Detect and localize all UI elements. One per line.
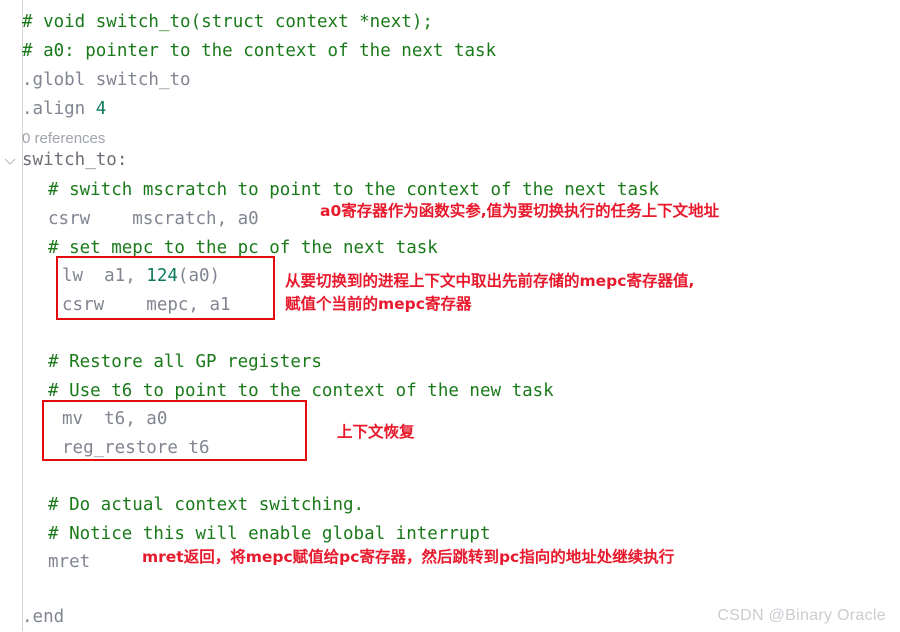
annotation-line: 赋值个当前的mepc寄存器 [285,295,472,313]
code-editor-pane[interactable]: # void switch_to(struct context *next); #… [0,0,900,631]
code-line-text: reg_restore t6 [62,438,210,458]
code-line-text: mret [48,552,91,572]
code-line[interactable]: # Do actual context switching. [0,491,364,520]
code-line[interactable]: csrw mscratch, a0 [0,205,259,234]
code-line[interactable]: mret [0,548,90,577]
code-line[interactable]: # a0: pointer to the context of the next… [0,37,496,66]
code-line-text: 0 references [22,130,106,147]
code-line-text: # Do actual context switching. [48,495,365,515]
code-line-text: # void switch_to(struct context *next); [22,12,433,32]
code-line-text: lw a1, [62,266,147,286]
code-line[interactable]: .align 4 [0,95,106,124]
code-line-text: .globl switch_to [22,70,191,90]
annotation-line: 上下文恢复 [337,423,415,441]
code-line[interactable]: # Use t6 to point to the context of the … [0,377,554,406]
code-line-text: csrw mscratch, a0 [48,209,259,229]
code-line-text: .end [22,607,65,627]
code-line[interactable]: # set mepc to the pc of the next task [0,234,438,263]
context-restore-note: 上下文恢复 [337,421,415,444]
code-line[interactable]: # Restore all GP registers [0,348,322,377]
code-line-text: .align [22,99,96,119]
annotation-line: 从要切换到的进程上下文中取出先前存储的mepc寄存器值, [285,272,695,290]
a0-register-note: a0寄存器作为函数实参,值为要切换执行的任务上下文地址 [320,200,719,223]
code-line-text: # a0: pointer to the context of the next… [22,41,497,61]
mret-note: mret返回，将mepc赋值给pc寄存器，然后跳转到pc指向的地址处继续执行 [142,546,674,569]
chevron-down-icon[interactable] [2,153,18,169]
code-line-text: # switch mscratch to point to the contex… [48,180,660,200]
code-numeric-literal: 4 [95,99,107,119]
code-line[interactable]: switch_to: [0,146,127,175]
code-line-text: # Use t6 to point to the context of the … [48,381,554,401]
code-line[interactable]: csrw mepc, a1 [0,291,231,320]
code-line[interactable]: # void switch_to(struct context *next); [0,8,433,37]
code-line[interactable]: lw a1, 124(a0) [0,262,220,291]
annotation-line: a0寄存器作为函数实参,值为要切换执行的任务上下文地址 [320,202,720,220]
code-line-text: # Restore all GP registers [48,352,322,372]
code-line[interactable]: reg_restore t6 [0,434,210,463]
watermark-label: CSDN @Binary Oracle [717,607,886,624]
code-line[interactable]: .globl switch_to [0,66,191,95]
code-line-text: switch_to: [22,150,128,170]
code-line[interactable]: .end [0,603,64,632]
code-line[interactable]: mv t6, a0 [0,405,167,434]
code-line[interactable]: # Notice this will enable global interru… [0,520,491,549]
code-line-text: mv t6, a0 [62,409,168,429]
annotation-line: mret返回，将mepc赋值给pc寄存器，然后跳转到pc指向的地址处继续执行 [142,548,675,566]
code-numeric-literal: 124 [146,266,178,286]
code-line-text-suffix: (a0) [177,266,221,286]
code-line-text: # set mepc to the pc of the next task [48,238,438,258]
code-line-text: csrw mepc, a1 [62,295,231,315]
mepc-restore-note: 从要切换到的进程上下文中取出先前存储的mepc寄存器值, 赋值个当前的mepc寄存… [285,270,694,316]
code-line-text: # Notice this will enable global interru… [48,524,491,544]
